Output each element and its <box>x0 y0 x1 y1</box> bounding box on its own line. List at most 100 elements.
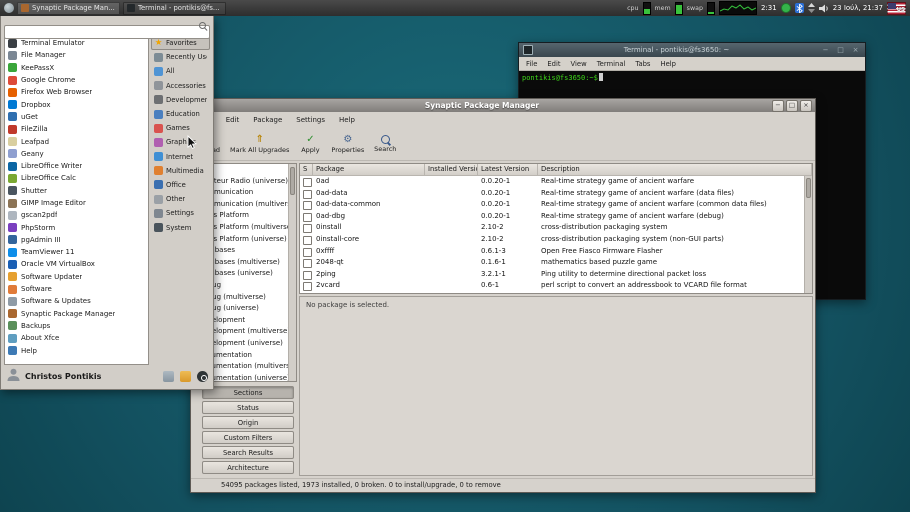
table-row[interactable]: 0install-core 2.10-2 cross-distribution … <box>300 234 812 246</box>
category-item[interactable]: Accessories <box>151 79 210 93</box>
menubar-item[interactable]: Help <box>332 116 362 124</box>
menu-app-item[interactable]: Google Chrome <box>5 74 148 86</box>
taskbar-button[interactable]: Synaptic Package Man... <box>17 2 120 15</box>
package-checkbox[interactable] <box>303 248 312 257</box>
menu-app-item[interactable]: Help <box>5 344 148 356</box>
search-button[interactable]: Search <box>369 130 401 158</box>
package-checkbox[interactable] <box>303 190 312 199</box>
settings-icon[interactable] <box>163 371 174 382</box>
menubar-item[interactable]: Package <box>246 116 289 124</box>
package-checkbox[interactable] <box>303 259 312 268</box>
menu-app-item[interactable]: pgAdmin III <box>5 234 148 246</box>
menu-app-item[interactable]: GIMP Image Editor <box>5 197 148 209</box>
table-row[interactable]: 2048-qt 0.1.6-1 mathematics based puzzle… <box>300 257 812 269</box>
menu-app-item[interactable]: Firefox Web Browser <box>5 86 148 98</box>
table-row[interactable]: 2vcard 0.6-1 perl script to convert an a… <box>300 280 812 292</box>
column-header-description[interactable]: Description <box>538 164 812 176</box>
logout-icon[interactable] <box>197 371 208 382</box>
properties-button[interactable]: Properties <box>328 130 367 158</box>
menu-app-item[interactable]: gscan2pdf <box>5 209 148 221</box>
terminal-menu-item[interactable]: Edit <box>542 60 565 68</box>
category-item[interactable]: Games <box>151 121 210 135</box>
category-item[interactable]: Settings <box>151 206 210 220</box>
package-checkbox[interactable] <box>303 213 312 222</box>
category-item[interactable]: Education <box>151 107 210 121</box>
package-checkbox[interactable] <box>303 178 312 187</box>
category-item[interactable]: System <box>151 220 210 234</box>
synaptic-titlebar[interactable]: Synaptic Package Manager <box>191 99 815 112</box>
menu-app-item[interactable]: KeePassX <box>5 62 148 74</box>
terminal-menu-item[interactable]: View <box>566 60 592 68</box>
minimize-button[interactable] <box>820 44 831 56</box>
table-row[interactable]: 0ad-data-common 0.0.20-1 Real-time strat… <box>300 199 812 211</box>
menu-app-item[interactable]: LibreOffice Calc <box>5 172 148 184</box>
package-checkbox[interactable] <box>303 271 312 280</box>
table-row[interactable]: 0ad-dbg 0.0.20-1 Real-time strategy game… <box>300 211 812 223</box>
menu-app-item[interactable]: LibreOffice Writer <box>5 160 148 172</box>
menu-app-item[interactable]: Shutter <box>5 185 148 197</box>
mark-all-upgrades-button[interactable]: Mark All Upgrades <box>227 130 292 158</box>
apply-button[interactable]: Apply <box>294 130 326 158</box>
scrollbar-thumb[interactable] <box>290 167 295 195</box>
menu-app-item[interactable]: PhpStorm <box>5 221 148 233</box>
filter-button[interactable]: Status <box>202 401 294 414</box>
table-row[interactable]: 0xffff 0.6.1-3 Open Free Fiasco Firmware… <box>300 246 812 258</box>
close-button[interactable] <box>800 100 812 112</box>
menu-app-item[interactable]: Software <box>5 283 148 295</box>
package-checkbox[interactable] <box>303 201 312 210</box>
category-item[interactable]: Graphics <box>151 135 210 149</box>
maximize-button[interactable] <box>835 44 846 56</box>
lock-screen-icon[interactable] <box>180 371 191 382</box>
terminal-menu-item[interactable]: Tabs <box>630 60 655 68</box>
terminal-menu-item[interactable]: Terminal <box>592 60 631 68</box>
category-item[interactable]: Office <box>151 178 210 192</box>
menu-app-item[interactable]: TeamViewer 11 <box>5 246 148 258</box>
package-checkbox[interactable] <box>303 236 312 245</box>
menubar-item[interactable]: Settings <box>289 116 332 124</box>
menu-app-item[interactable]: Backups <box>5 320 148 332</box>
column-header-installed-version[interactable]: Installed Version <box>425 164 478 176</box>
menu-app-item[interactable]: Oracle VM VirtualBox <box>5 258 148 270</box>
category-item[interactable]: Internet <box>151 150 210 164</box>
category-item[interactable]: Recently Used <box>151 50 210 64</box>
terminal-menu-item[interactable]: Help <box>655 60 681 68</box>
volume-icon[interactable] <box>819 4 829 13</box>
filter-button[interactable]: Custom Filters <box>202 431 294 444</box>
maximize-button[interactable] <box>786 100 798 112</box>
filter-button[interactable]: Sections <box>202 386 294 399</box>
menu-app-item[interactable]: Leafpad <box>5 135 148 147</box>
filter-button[interactable]: Architecture <box>202 461 294 474</box>
tray-status-icon[interactable] <box>781 3 791 13</box>
filter-button[interactable]: Origin <box>202 416 294 429</box>
table-row[interactable]: 2ping 3.2.1-1 Ping utility to determine … <box>300 269 812 281</box>
scrollbar-thumb[interactable] <box>806 178 811 198</box>
package-checkbox[interactable] <box>303 224 312 233</box>
menu-app-item[interactable]: About Xfce <box>5 332 148 344</box>
menu-app-item[interactable]: Software & Updates <box>5 295 148 307</box>
keyboard-layout-flag[interactable]: US <box>887 2 906 15</box>
bluetooth-icon[interactable] <box>795 3 804 13</box>
menu-app-item[interactable]: uGet <box>5 111 148 123</box>
sections-scrollbar[interactable] <box>288 164 296 381</box>
menubar-item[interactable]: Edit <box>219 116 247 124</box>
panel-applications-icon[interactable] <box>4 3 14 13</box>
category-item[interactable]: All <box>151 64 210 78</box>
menu-app-item[interactable]: Synaptic Package Manager <box>5 308 148 320</box>
filter-button[interactable]: Search Results <box>202 446 294 459</box>
category-item[interactable]: Other <box>151 192 210 206</box>
terminal-menu-item[interactable]: File <box>521 60 542 68</box>
menu-app-item[interactable]: Dropbox <box>5 98 148 110</box>
menu-app-item[interactable]: Software Updater <box>5 271 148 283</box>
column-header-package[interactable]: Package <box>313 164 425 176</box>
column-header-status[interactable]: S <box>300 164 313 176</box>
menu-app-item[interactable]: FileZilla <box>5 123 148 135</box>
close-button[interactable] <box>850 44 861 56</box>
menu-app-item[interactable]: Geany <box>5 148 148 160</box>
table-row[interactable]: 0install 2.10-2 cross-distribution packa… <box>300 222 812 234</box>
package-checkbox[interactable] <box>303 282 312 291</box>
table-row[interactable]: 0ad 0.0.20-1 Real-time strategy game of … <box>300 176 812 188</box>
network-arrows-icon[interactable] <box>808 3 815 13</box>
column-header-latest-version[interactable]: Latest Version <box>478 164 538 176</box>
taskbar-button[interactable]: Terminal - pontikis@fs... <box>123 2 226 15</box>
minimize-button[interactable] <box>772 100 784 112</box>
